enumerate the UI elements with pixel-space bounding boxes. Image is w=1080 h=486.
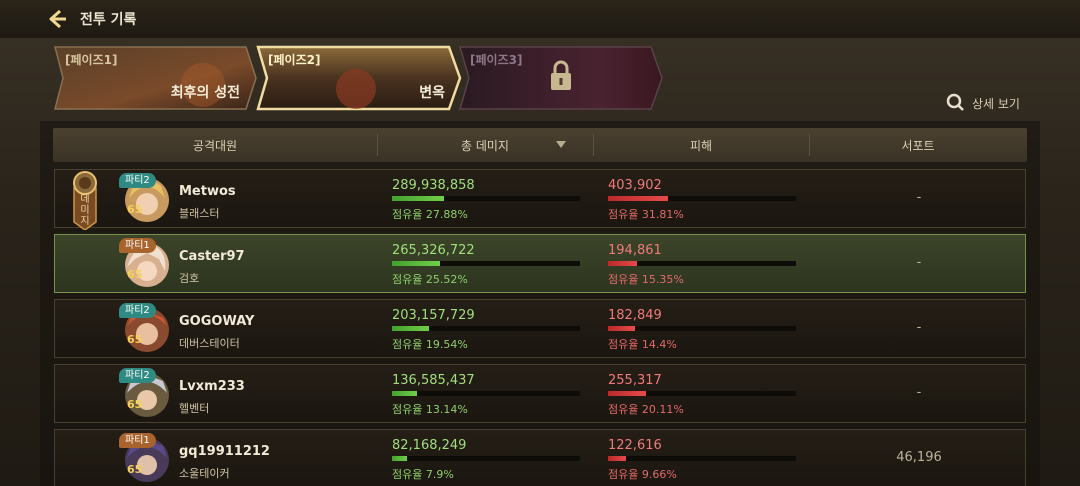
back-arrow-icon[interactable] — [46, 8, 68, 30]
party-badge: 파티1 — [119, 433, 156, 448]
damage-medal-label: 데미지 — [80, 194, 90, 227]
taken-bar-fill — [608, 391, 646, 396]
page-title: 전투 기록 — [80, 12, 137, 28]
taken-bar — [608, 326, 796, 331]
damage-value: 82,168,249 — [392, 438, 467, 453]
phase-1-number: [페이즈1] — [65, 53, 118, 67]
taken-value: 182,849 — [608, 308, 662, 323]
column-support: 서포트 — [901, 139, 935, 153]
phase-3-number: [페이즈3] — [470, 53, 523, 67]
support-value: - — [916, 320, 922, 335]
damage-bar-fill — [392, 391, 417, 396]
damage-share: 점유율 19.54% — [392, 338, 468, 351]
taken-bar-fill — [608, 261, 637, 266]
taken-value: 194,861 — [608, 243, 662, 258]
damage-value: 136,585,437 — [392, 373, 475, 388]
tab-phase-1[interactable]: [페이즈1] 최후의 성전 — [53, 45, 258, 111]
damage-bar — [392, 326, 580, 331]
taken-bar-fill — [608, 456, 627, 461]
damage-value: 203,157,729 — [392, 308, 475, 323]
damage-share: 점유율 25.52% — [392, 273, 468, 286]
tab-phase-2[interactable]: [페이즈2] 변옥 — [256, 45, 463, 111]
taken-share: 점유율 15.35% — [608, 273, 684, 286]
support-value: - — [916, 190, 922, 205]
party-badge: 파티2 — [119, 173, 156, 188]
sort-desc-icon[interactable] — [556, 141, 566, 148]
table-header: 공격대원 총 데미지 피해 서포트 — [53, 128, 1027, 162]
tab-phase-3[interactable]: [페이즈3] — [458, 45, 664, 111]
damage-bar — [392, 456, 580, 461]
level-label: 65 — [127, 268, 143, 281]
damage-bar — [392, 391, 580, 396]
taken-bar — [608, 391, 796, 396]
phase-1-name: 최후의 성전 — [170, 85, 240, 101]
support-value: - — [916, 255, 922, 270]
taken-bar-fill — [608, 326, 636, 331]
player-name: Metwos — [179, 184, 236, 199]
column-attacker: 공격대원 — [192, 139, 238, 153]
damage-bar — [392, 196, 580, 201]
taken-bar — [608, 456, 796, 461]
taken-share: 점유율 14.4% — [608, 338, 677, 351]
player-name: gq19911212 — [179, 444, 270, 459]
party-badge: 파티2 — [119, 303, 156, 318]
detail-view-button[interactable]: 상세 보기 — [946, 93, 1020, 113]
player-name: Lvxm233 — [179, 379, 245, 394]
column-taken: 피해 — [689, 139, 713, 153]
taken-bar-fill — [608, 196, 668, 201]
player-name: Caster97 — [179, 249, 245, 264]
damage-share: 점유율 7.9% — [392, 468, 454, 481]
damage-share: 점유율 27.88% — [392, 208, 468, 221]
search-icon — [946, 93, 964, 111]
table-row[interactable]: 파티1 65 Caster97 검호 265,326,722 점유율 25.52… — [54, 234, 1026, 293]
taken-bar — [608, 196, 796, 201]
detail-view-label: 상세 보기 — [972, 96, 1020, 111]
level-label: 65 — [127, 203, 143, 216]
level-label: 65 — [127, 398, 143, 411]
level-label: 65 — [127, 333, 143, 346]
taken-value: 122,616 — [608, 438, 662, 453]
taken-value: 255,317 — [608, 373, 662, 388]
damage-bar-fill — [392, 456, 407, 461]
taken-share: 점유율 20.11% — [608, 403, 684, 416]
phase-2-name: 변옥 — [419, 85, 445, 101]
table-row[interactable]: 데미지 파티2 65 Metwos 블래스터 289,938,858 점유율 2… — [54, 169, 1026, 230]
table-row[interactable]: 파티2 65 GOGOWAY 데버스테이터 203,157,729 점유율 19… — [54, 299, 1026, 358]
lock-icon — [551, 60, 571, 90]
player-class: 헬벤터 — [179, 402, 210, 415]
damage-share: 점유율 13.14% — [392, 403, 468, 416]
taken-share: 점유율 31.81% — [608, 208, 684, 221]
damage-value: 265,326,722 — [392, 243, 475, 258]
damage-value: 289,938,858 — [392, 178, 475, 193]
table-row[interactable]: 파티1 65 gq19911212 소울테이커 82,168,249 점유율 7… — [54, 429, 1026, 486]
taken-bar — [608, 261, 796, 266]
table-row[interactable]: 파티2 65 Lvxm233 헬벤터 136,585,437 점유율 13.14… — [54, 364, 1026, 423]
level-label: 65 — [127, 463, 143, 476]
taken-value: 403,902 — [608, 178, 662, 193]
player-class: 검호 — [179, 272, 200, 285]
taken-share: 점유율 9.66% — [608, 468, 677, 481]
damage-bar-fill — [392, 261, 440, 266]
damage-bar-fill — [392, 196, 445, 201]
player-class: 블래스터 — [179, 207, 220, 220]
phase-2-number: [페이즈2] — [268, 53, 321, 67]
player-name: GOGOWAY — [179, 314, 255, 329]
damage-bar — [392, 261, 580, 266]
damage-bar-fill — [392, 326, 429, 331]
party-badge: 파티2 — [119, 368, 156, 383]
top-bar: 전투 기록 — [0, 0, 1080, 38]
party-badge: 파티1 — [119, 238, 156, 253]
player-class: 데버스테이터 — [179, 337, 240, 350]
support-value: 46,196 — [896, 450, 942, 465]
support-value: - — [916, 385, 922, 400]
player-class: 소울테이커 — [179, 467, 230, 480]
